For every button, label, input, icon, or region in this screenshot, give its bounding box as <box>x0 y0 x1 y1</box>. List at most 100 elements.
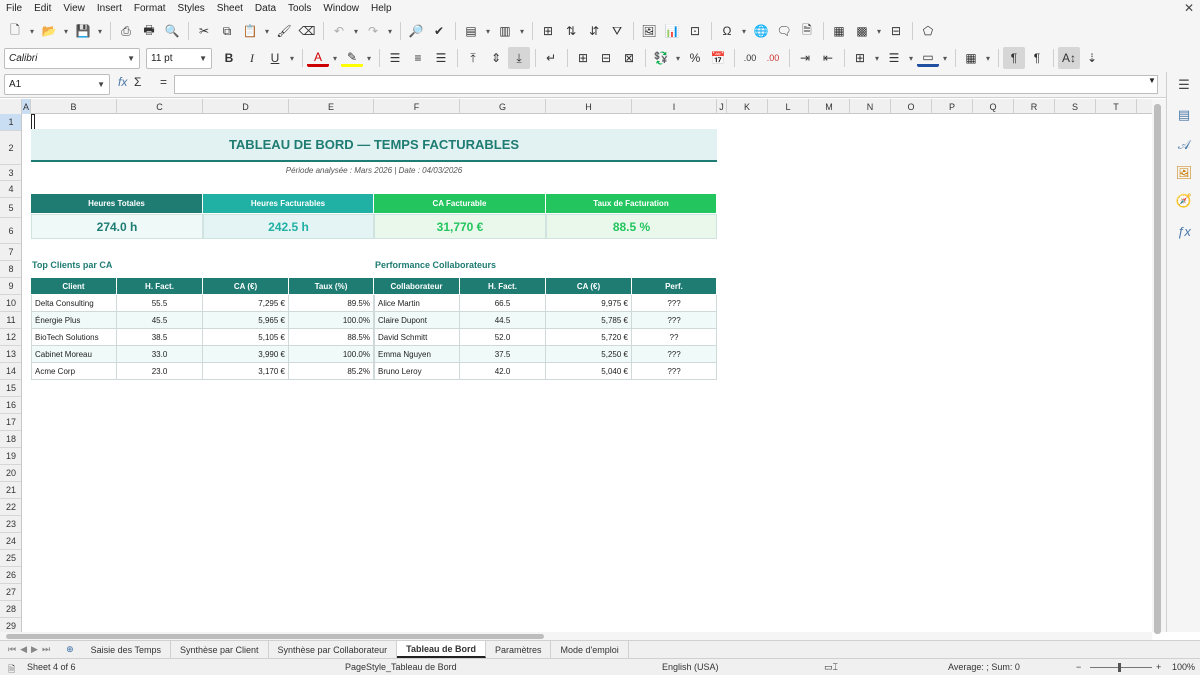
cut-icon[interactable]: ✂ <box>193 20 215 42</box>
sheet-tab-4[interactable]: Paramètres <box>486 641 552 658</box>
clone-formatting-icon[interactable]: 🖌 <box>273 20 295 42</box>
row-header-11[interactable]: 11 <box>0 312 21 329</box>
zoom-level[interactable]: 100% <box>1172 662 1195 672</box>
sort-descending-icon[interactable]: ⇵ <box>583 20 605 42</box>
underline-button[interactable]: U <box>264 47 286 69</box>
perf-cell-4-0[interactable]: Bruno Leroy <box>374 363 460 380</box>
menu-file[interactable]: File <box>0 3 28 14</box>
column-header-c[interactable]: C <box>117 99 203 114</box>
top_clients-cell-2-2[interactable]: 5,105 € <box>203 329 289 346</box>
open-folder-icon[interactable]: 📂 <box>38 20 60 42</box>
zoom-out-icon[interactable]: − <box>1076 662 1081 672</box>
sheet-tab-0[interactable]: Saisie des Temps <box>82 641 171 658</box>
function-wizard-icon[interactable]: fx <box>118 75 127 89</box>
highlight-color-icon[interactable]: ✎ <box>341 49 363 67</box>
date-format-icon[interactable]: 📅 <box>707 47 729 69</box>
currency-format-icon[interactable]: 💱 <box>650 47 672 69</box>
split-window-icon[interactable]: ⊟ <box>885 20 907 42</box>
row-header-3[interactable]: 3 <box>0 165 21 181</box>
top_clients-cell-3-1[interactable]: 33.0 <box>117 346 203 363</box>
text-top-to-bottom-icon[interactable]: ⇣ <box>1081 47 1103 69</box>
decrease-indent-icon[interactable]: ⇤ <box>817 47 839 69</box>
row-header-4[interactable]: 4 <box>0 181 21 198</box>
row-header-23[interactable]: 23 <box>0 516 21 533</box>
special-character-icon[interactable]: Ω <box>716 20 738 42</box>
prev-sheet-icon[interactable]: ◀ <box>18 644 29 655</box>
column-header-l[interactable]: L <box>768 99 809 114</box>
font-size-dropdown-icon[interactable]: ▼ <box>199 54 207 63</box>
row-header-12[interactable]: 12 <box>0 329 21 346</box>
perf-cell-2-0[interactable]: David Schmitt <box>374 329 460 346</box>
find-replace-icon[interactable]: 🔎 <box>405 20 427 42</box>
status-sheet[interactable]: Sheet 4 of 6 <box>27 662 76 672</box>
kpi-value-0[interactable]: 274.0 h <box>31 214 203 239</box>
borders-icon[interactable]: ⊞ <box>849 47 871 69</box>
underline-dropdown-icon[interactable]: ▾ <box>287 47 297 69</box>
menu-sheet[interactable]: Sheet <box>211 3 249 14</box>
sort-ascending-icon[interactable]: ⇅ <box>560 20 582 42</box>
perf-cell-3-3[interactable]: ??? <box>632 346 717 363</box>
freeze-rows-columns-icon[interactable]: ▩ <box>851 20 873 42</box>
print-preview-icon[interactable]: 🔍 <box>161 20 183 42</box>
kpi-label-3[interactable]: Taux de Facturation <box>546 194 717 213</box>
horizontal-scroll-thumb[interactable] <box>6 634 544 639</box>
increase-indent-icon[interactable]: ⇥ <box>794 47 816 69</box>
row-icon[interactable]: ▤ <box>460 20 482 42</box>
zoom-slider-knob[interactable] <box>1118 663 1121 672</box>
top_clients-cell-4-2[interactable]: 3,170 € <box>203 363 289 380</box>
selection-mode-icon[interactable]: ▭⌶ <box>824 662 838 673</box>
gallery-icon[interactable]: 🖼 <box>1175 164 1193 182</box>
formula-icon[interactable]: = <box>160 75 167 89</box>
column-header-b[interactable]: B <box>31 99 117 114</box>
row-header-17[interactable]: 17 <box>0 414 21 431</box>
row-header-22[interactable]: 22 <box>0 499 21 516</box>
perf-cell-2-1[interactable]: 52.0 <box>460 329 546 346</box>
top_clients-cell-2-1[interactable]: 38.5 <box>117 329 203 346</box>
row-header-6[interactable]: 6 <box>0 218 21 244</box>
kpi-value-2[interactable]: 31,770 € <box>374 214 546 239</box>
perf-cell-4-1[interactable]: 42.0 <box>460 363 546 380</box>
column-header-f[interactable]: F <box>374 99 460 114</box>
new-dropdown-icon[interactable]: ▾ <box>27 20 37 42</box>
column-header-j[interactable]: J <box>717 99 727 114</box>
kpi-label-1[interactable]: Heures Facturables <box>203 194 374 213</box>
header-footer-icon[interactable]: 🗎 <box>796 20 818 42</box>
copy-icon[interactable]: ⧉ <box>216 20 238 42</box>
align-top-icon[interactable]: ⤒ <box>462 47 484 69</box>
menu-insert[interactable]: Insert <box>91 3 128 14</box>
top_clients-header-3[interactable]: Taux (%) <box>289 278 374 294</box>
clear-formatting-icon[interactable]: ⌫ <box>296 20 318 42</box>
wrap-text-icon[interactable]: ↵ <box>540 47 562 69</box>
spelling-icon[interactable]: ✔ <box>428 20 450 42</box>
insert-image-icon[interactable]: 🖼 <box>638 20 660 42</box>
perf-cell-1-0[interactable]: Claire Dupont <box>374 312 460 329</box>
menu-styles[interactable]: Styles <box>172 3 211 14</box>
next-sheet-icon[interactable]: ▶ <box>29 644 40 655</box>
dashboard-subtitle[interactable]: Période analysée : Mars 2026 | Date : 04… <box>31 163 717 177</box>
top_clients-cell-1-1[interactable]: 45.5 <box>117 312 203 329</box>
sidebar-menu-icon[interactable]: ☰ <box>1175 76 1193 94</box>
perf-cell-3-2[interactable]: 5,250 € <box>546 346 632 363</box>
font-name-box[interactable]: Calibri ▼ <box>4 47 140 69</box>
row-header-24[interactable]: 24 <box>0 533 21 550</box>
undo-icon[interactable]: ↶ <box>328 20 350 42</box>
row-header-27[interactable]: 27 <box>0 584 21 601</box>
column-header-e[interactable]: E <box>289 99 374 114</box>
row-dropdown-icon[interactable]: ▾ <box>483 20 493 42</box>
perf-cell-0-2[interactable]: 9,975 € <box>546 295 632 312</box>
top_clients-cell-3-0[interactable]: Cabinet Moreau <box>31 346 117 363</box>
row-header-19[interactable]: 19 <box>0 448 21 465</box>
align-left-icon[interactable]: ☰ <box>384 47 406 69</box>
top_clients-cell-4-0[interactable]: Acme Corp <box>31 363 117 380</box>
performance-title[interactable]: Performance Collaborateurs <box>375 258 496 272</box>
spreadsheet-grid[interactable]: TABLEAU DE BORD — TEMPS FACTURABLES Péri… <box>22 114 1152 632</box>
vertical-scroll-thumb[interactable] <box>1154 104 1161 634</box>
first-sheet-icon[interactable]: ⏮ <box>6 644 18 655</box>
column-header-n[interactable]: N <box>850 99 891 114</box>
top_clients-cell-2-3[interactable]: 88.5% <box>289 329 374 346</box>
perf-cell-1-2[interactable]: 5,785 € <box>546 312 632 329</box>
perf-header-3[interactable]: Perf. <box>632 278 717 294</box>
top_clients-cell-3-3[interactable]: 100.0% <box>289 346 374 363</box>
row-header-26[interactable]: 26 <box>0 567 21 584</box>
status-language[interactable]: English (USA) <box>662 662 719 672</box>
